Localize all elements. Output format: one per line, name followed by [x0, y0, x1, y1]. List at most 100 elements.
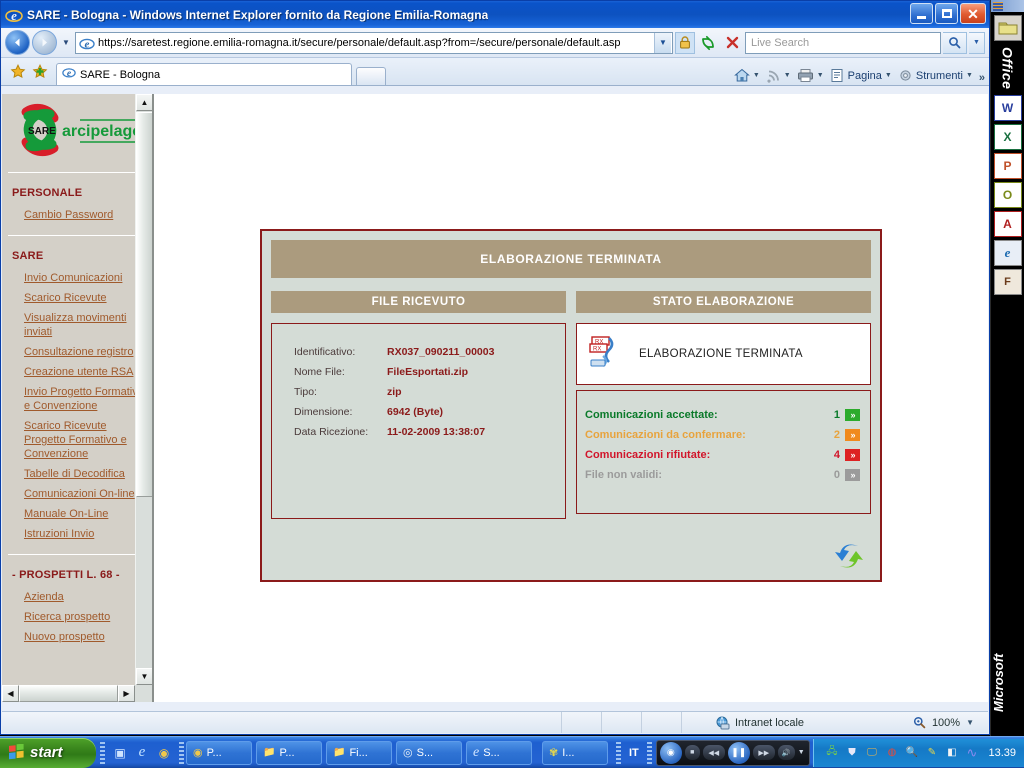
search-provider-dropdown[interactable]: ▼ — [969, 31, 985, 54]
office-button-folder[interactable] — [993, 15, 1022, 41]
taskbar-item[interactable]: e S... — [466, 740, 532, 765]
sidebar-item-consultazione-registro[interactable]: Consultazione registro — [2, 342, 152, 362]
scroll-up-button[interactable]: ▲ — [136, 94, 152, 111]
close-button[interactable]: ✕ — [960, 3, 986, 24]
taskbar-item[interactable]: ✾ I... — [542, 740, 608, 765]
back-refresh-button[interactable] — [832, 540, 866, 572]
feeds-button[interactable]: ▼ — [764, 68, 793, 83]
address-dropdown-button[interactable]: ▼ — [654, 32, 671, 53]
sidebar-item-invio-progetto-formativo[interactable]: Invio Progetto Formativo e Convenzione — [2, 382, 152, 416]
home-button[interactable]: ▼ — [732, 68, 762, 83]
office-button-explorer[interactable]: e — [993, 240, 1022, 267]
arrows-green-icon[interactable]: » — [845, 409, 860, 421]
address-bar[interactable]: e https://saretest.regione.emilia-romagn… — [75, 31, 673, 54]
taskbar-item[interactable]: ◎ S... — [396, 740, 462, 765]
favorites-center-icon[interactable] — [7, 62, 29, 82]
office-button-excel[interactable]: X — [993, 124, 1022, 151]
drag-grip-icon[interactable] — [993, 1, 1003, 11]
print-button[interactable]: ▼ — [795, 68, 826, 83]
scroll-down-button[interactable]: ▼ — [136, 668, 152, 685]
office-button-powerpoint[interactable]: P — [993, 153, 1022, 180]
sidebar-item-azienda[interactable]: Azienda — [2, 587, 152, 607]
file-details-box: Identificativo: RX037_090211_00003 Nome … — [271, 323, 566, 519]
office-button-access[interactable]: A — [993, 211, 1022, 238]
tools-menu-button[interactable]: Strumenti ▼ — [896, 68, 975, 83]
sidebar-item-scarico-ricevute-progetto[interactable]: Scarico Ricevute Progetto Formativo e Co… — [2, 416, 152, 464]
scroll-left-button[interactable]: ◀ — [2, 685, 19, 702]
taskbar-item[interactable]: 📁 P... — [256, 740, 322, 765]
media-volume-caret-icon[interactable]: ▼ — [798, 749, 805, 756]
media-player-icon[interactable]: ◉ — [155, 744, 173, 762]
scroll-thumb[interactable] — [136, 112, 152, 497]
pen-icon[interactable]: ✎ — [924, 745, 939, 760]
forward-button[interactable] — [32, 30, 57, 55]
gear-icon — [900, 70, 911, 81]
title-bar[interactable]: e SARE - Bologna - Windows Internet Expl… — [1, 1, 989, 28]
ssl-lock-icon[interactable] — [675, 31, 695, 54]
scroll-right-button[interactable]: ▶ — [118, 685, 135, 702]
taskbar-clock[interactable]: 13.39 — [988, 747, 1016, 759]
media-previous-button[interactable]: ◀◀ — [702, 745, 725, 760]
media-stop-button[interactable]: ■ — [684, 745, 700, 760]
office-button-frontpage[interactable]: F — [993, 269, 1022, 296]
command-overflow-button[interactable]: » — [979, 72, 985, 84]
arrows-red-icon[interactable]: » — [845, 449, 860, 461]
taskbar-item[interactable]: 📁 Fi... — [326, 740, 392, 765]
back-button[interactable] — [5, 30, 30, 55]
display-icon[interactable]: 🖵 — [864, 745, 879, 760]
internet-explorer-icon[interactable]: e — [133, 744, 151, 762]
language-indicator[interactable]: IT — [621, 747, 647, 759]
sidebar-item-ricerca-prospetto[interactable]: Ricerca prospetto — [2, 607, 152, 627]
sidebar-horizontal-scrollbar[interactable]: ◀ ▶ — [2, 685, 152, 702]
sidebar-item-scarico-ricevute[interactable]: Scarico Ricevute — [2, 288, 152, 308]
svg-text:arcipelago: arcipelago — [62, 123, 142, 140]
elaborazione-status-icon: RX RX — [585, 332, 625, 377]
network-icon[interactable]: 🖧 — [824, 745, 839, 760]
start-button[interactable]: start — [0, 737, 96, 768]
arrows-orange-icon[interactable]: » — [845, 429, 860, 441]
minimize-button[interactable] — [910, 3, 933, 24]
scroll-thumb-horizontal[interactable] — [19, 685, 118, 702]
eraser-icon[interactable]: ◧ — [944, 745, 959, 760]
office-button-outlook[interactable]: O — [993, 182, 1022, 209]
taskbar-item[interactable]: ◉ P... — [186, 740, 252, 765]
wave-icon[interactable]: ∿ — [964, 745, 979, 760]
sidebar-item-tabelle-decodifica[interactable]: Tabelle di Decodifica — [2, 464, 152, 484]
command-bar: ▼ ▼ ▼ Pagina ▼ Strumenti ▼ » — [732, 68, 985, 84]
arrows-gray-icon[interactable]: » — [845, 469, 860, 481]
office-bar-titlebar[interactable] — [991, 0, 1024, 12]
new-tab-button[interactable] — [356, 67, 386, 85]
history-dropdown-button[interactable]: ▼ — [59, 38, 73, 47]
security-icon[interactable]: ⛊ — [844, 745, 859, 760]
sidebar-item-invio-comunicazioni[interactable]: Invio Comunicazioni — [2, 268, 152, 288]
media-next-button[interactable]: ▶▶ — [752, 745, 775, 760]
media-pause-button[interactable]: ❚❚ — [727, 741, 750, 764]
zoom-control[interactable]: 100% ▼ — [838, 716, 988, 729]
stop-button[interactable] — [721, 32, 743, 54]
opera-icon[interactable]: ◍ — [884, 745, 899, 760]
search-button[interactable] — [943, 31, 967, 54]
add-to-favorites-icon[interactable] — [29, 62, 51, 82]
sidebar-vertical-scrollbar[interactable]: ▲ ▼ — [135, 94, 152, 702]
show-desktop-icon[interactable]: ▣ — [111, 744, 129, 762]
sidebar-item-manuale-online[interactable]: Manuale On-Line — [2, 504, 152, 524]
sidebar-item-istruzioni-invio[interactable]: Istruzioni Invio — [2, 524, 152, 544]
sidebar-item-comunicazioni-online[interactable]: Comunicazioni On-line — [2, 484, 152, 504]
zoom-caret-icon[interactable]: ▼ — [966, 718, 974, 727]
office-button-word[interactable]: W — [993, 95, 1022, 122]
refresh-button[interactable] — [697, 32, 719, 54]
sidebar-item-cambio-password[interactable]: Cambio Password — [2, 205, 152, 225]
page-favicon-icon: e — [79, 35, 95, 51]
page-menu-button[interactable]: Pagina ▼ — [828, 68, 894, 83]
maximize-button[interactable] — [935, 3, 958, 24]
media-volume-button[interactable]: 🔊 — [777, 745, 795, 760]
sidebar-item-creazione-utente-rsa[interactable]: Creazione utente RSA — [2, 362, 152, 382]
maximize-icon — [941, 9, 952, 18]
tab-sare-bologna[interactable]: e SARE - Bologna — [56, 63, 352, 85]
sidebar-item-visualizza-movimenti[interactable]: Visualizza movimenti inviati — [2, 308, 152, 342]
security-zone[interactable]: Intranet locale — [682, 716, 838, 730]
sidebar-item-nuovo-prospetto[interactable]: Nuovo prospetto — [2, 627, 152, 647]
refresh-back-icon — [835, 544, 863, 568]
search-input[interactable]: Live Search — [745, 31, 941, 54]
search-icon[interactable]: 🔍 — [904, 745, 919, 760]
